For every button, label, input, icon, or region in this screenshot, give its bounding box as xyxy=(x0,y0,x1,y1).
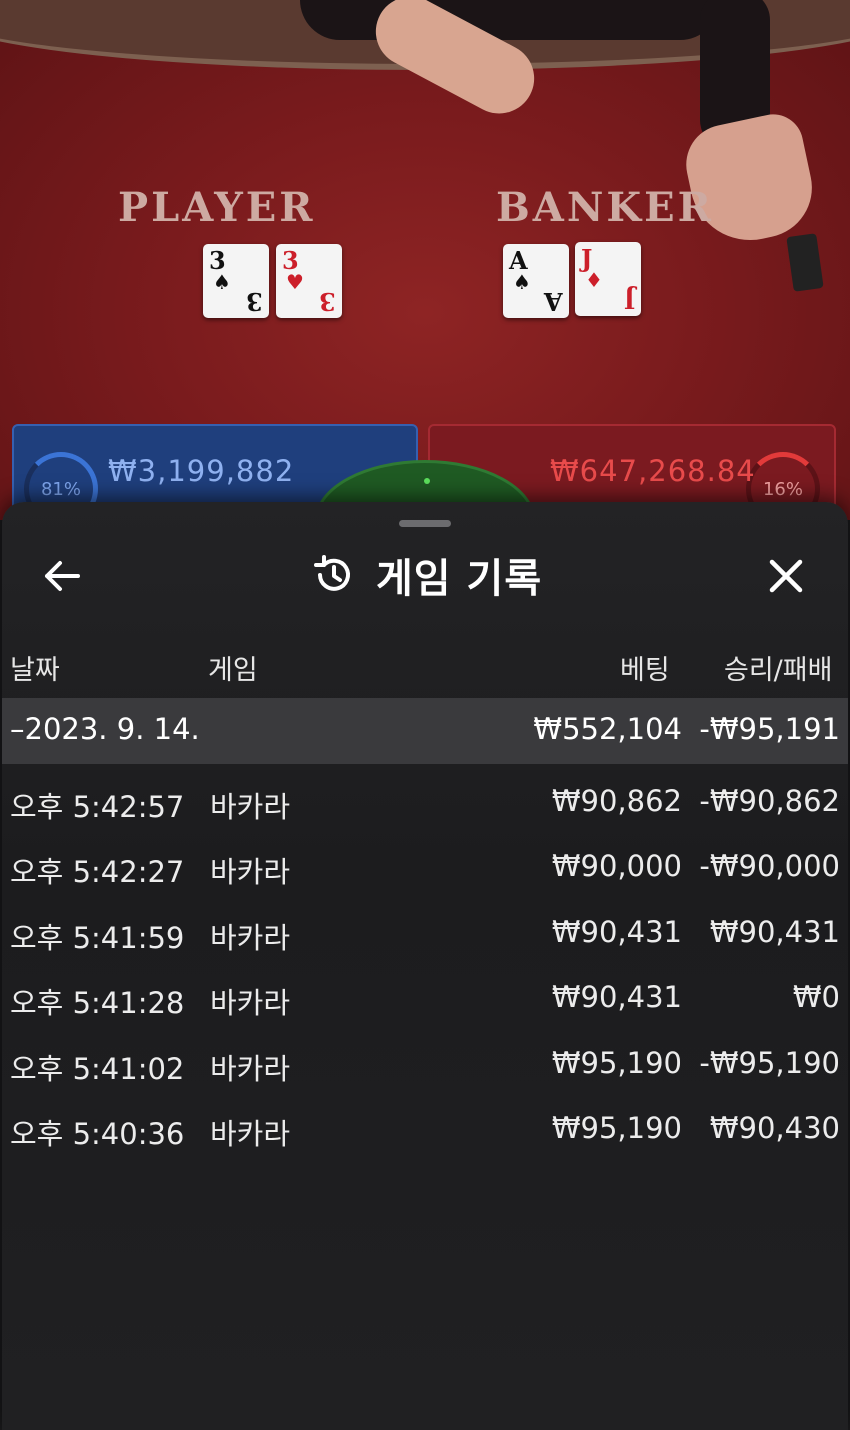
history-row[interactable]: 오후 5:41:02 바카라 ₩95,190 -₩95,190 xyxy=(2,1030,848,1095)
row-bet: ₩95,190 xyxy=(551,1110,682,1145)
row-time: 오후 5:40:36 xyxy=(10,1116,185,1151)
dealer xyxy=(300,0,720,40)
history-row[interactable]: 오후 5:41:59 바카라 ₩90,431 ₩90,431 xyxy=(2,899,848,964)
history-row[interactable]: 오후 5:40:36 바카라 ₩95,190 ₩90,430 xyxy=(2,1095,848,1160)
sheet-drag-handle[interactable] xyxy=(399,520,451,527)
row-bet: ₩95,190 xyxy=(551,1045,682,1080)
player-card-2: 3 ♥ 3 xyxy=(276,244,342,318)
sheet-title-group: 게임 기록 xyxy=(312,542,542,608)
row-bet: ₩90,431 xyxy=(551,980,682,1015)
row-result: -₩90,000 xyxy=(699,849,840,884)
sheet-title: 게임 기록 xyxy=(376,556,543,602)
row-result: -₩95,190 xyxy=(699,1045,840,1080)
group-date: –2023. 9. 14. xyxy=(10,712,200,746)
banker-area-label: BANKER xyxy=(496,184,714,231)
group-total-bet: ₩552,104 xyxy=(533,712,682,746)
player-area-label: PLAYER xyxy=(118,184,316,231)
row-time: 오후 5:41:59 xyxy=(10,920,185,955)
row-game: 바카라 xyxy=(210,790,291,824)
row-game: 바카라 xyxy=(210,1116,291,1151)
row-game: 바카라 xyxy=(210,855,291,890)
row-time: 오후 5:42:27 xyxy=(10,855,185,890)
column-header-result: 승리/패배 xyxy=(724,655,833,686)
row-result: ₩90,431 xyxy=(709,914,840,949)
history-row[interactable]: 오후 5:41:28 바카라 ₩90,431 ₩0 xyxy=(2,964,848,1029)
row-time: 오후 5:42:57 xyxy=(10,790,185,824)
close-button[interactable] xyxy=(758,548,814,604)
history-list: 오후 5:42:57 바카라 ₩90,862 -₩90,862 오후 5:42:… xyxy=(2,768,848,1160)
game-history-sheet: 게임 기록 날짜 게임 베팅 승리/패배 –2023. 9. 14. ₩552,… xyxy=(2,502,848,1430)
banker-total-bet: ₩647,268.84 xyxy=(550,454,756,488)
row-time: 오후 5:41:28 xyxy=(10,986,185,1021)
history-icon xyxy=(314,555,350,591)
column-header-bet: 베팅 xyxy=(620,655,670,686)
history-row[interactable]: 오후 5:42:27 바카라 ₩90,000 -₩90,000 xyxy=(2,833,848,898)
row-bet: ₩90,000 xyxy=(551,849,682,884)
arrow-left-icon xyxy=(45,561,80,591)
column-header-date: 날짜 xyxy=(10,655,60,686)
close-icon xyxy=(769,559,803,593)
row-result: ₩0 xyxy=(792,980,840,1015)
history-row[interactable]: 오후 5:42:57 바카라 ₩90,862 -₩90,862 xyxy=(2,768,848,833)
back-button[interactable] xyxy=(34,548,90,604)
row-game: 바카라 xyxy=(210,1051,291,1086)
row-game: 바카라 xyxy=(210,920,291,955)
sheet-header: 게임 기록 xyxy=(2,542,848,608)
date-group-row[interactable]: –2023. 9. 14. ₩552,104 -₩95,191 xyxy=(2,698,848,764)
row-bet: ₩90,862 xyxy=(551,784,682,818)
card-shoe xyxy=(786,233,824,292)
row-game: 바카라 xyxy=(210,986,291,1021)
row-result: ₩90,430 xyxy=(709,1110,840,1145)
banker-card-2: J ♦ J xyxy=(575,242,641,316)
row-bet: ₩90,431 xyxy=(551,914,682,949)
status-light-icon xyxy=(424,478,430,484)
column-header-game: 게임 xyxy=(208,655,258,686)
player-card-1: 3 ♠ 3 xyxy=(203,244,269,318)
banker-card-1: A ♠ A xyxy=(503,244,569,318)
group-total-result: -₩95,191 xyxy=(699,712,840,746)
row-result: -₩90,862 xyxy=(699,784,840,818)
row-time: 오후 5:41:02 xyxy=(10,1051,185,1086)
player-total-bet: ₩3,199,882 xyxy=(108,454,295,488)
